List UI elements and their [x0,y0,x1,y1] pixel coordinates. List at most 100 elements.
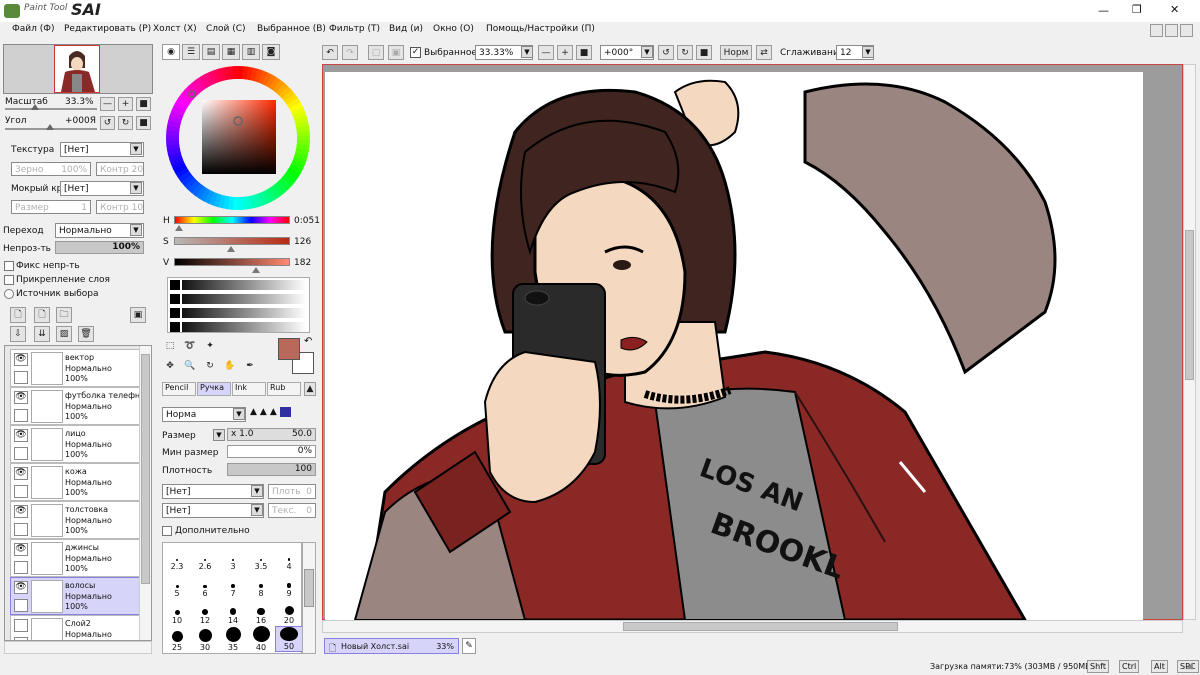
chevron-down-icon[interactable]: ▼ [251,485,263,497]
layer-row[interactable]: 👁 джинсы Нормально 100% [10,539,142,577]
brush-size-cell[interactable]: 10 [163,599,191,625]
minimize-button[interactable]: — [1098,4,1109,17]
invert-selection-button[interactable]: ▣ [388,45,404,60]
angle-slider-knob[interactable] [46,124,54,130]
chevron-down-icon[interactable]: ▼ [130,182,142,194]
tool-tab[interactable]: Ручка [197,382,231,396]
merge-down-button[interactable]: ⇊ [34,326,50,342]
resize-grip-icon[interactable]: ◢ [1186,661,1193,671]
brush-grid-scrollbar[interactable] [302,542,316,654]
size-slider[interactable]: x 1.0 50.0 [227,428,316,441]
brush-grid-scroll-thumb[interactable] [304,569,314,607]
advanced-checkbox[interactable] [162,526,172,536]
h-slider-knob[interactable] [174,225,183,231]
menu-item[interactable]: Слой (С) [206,24,246,34]
new-folder-button[interactable]: 🗀 [56,307,72,323]
canvas-hscroll-thumb[interactable] [623,622,898,631]
layer-row[interactable]: 👁 лицо Нормально 100% [10,425,142,463]
rotate-right-button[interactable]: ↻ [118,116,133,130]
rotate-tool-icon[interactable]: ↻ [202,358,218,374]
chevron-down-icon[interactable]: ▼ [130,224,142,236]
chevron-down-icon[interactable]: ▼ [251,504,263,516]
move-icon[interactable]: ✥ [162,358,178,374]
rotate-left-button[interactable]: ↺ [100,116,115,130]
brush-size-cell[interactable]: 14 [219,599,247,625]
s-slider-knob[interactable] [226,246,235,252]
zoom-tool-icon[interactable]: 🔍 [182,358,198,374]
mdi-close-button[interactable] [1180,24,1193,37]
tool-tab[interactable]: Rub [267,382,301,396]
restore-button[interactable]: ❐ [1132,3,1142,16]
mdi-restore-button[interactable] [1165,24,1178,37]
swap-colors-icon[interactable]: ↶ [304,336,312,347]
brush-size-cell[interactable]: 50 [275,626,303,652]
color-swatches-tab-icon[interactable]: ▥ [242,44,260,60]
color-history[interactable] [167,277,310,333]
brush-size-cell[interactable]: 5 [163,572,191,598]
tool-tab[interactable]: Pencil [162,382,196,396]
brush-size-cell[interactable]: 3 [219,545,247,571]
eye-icon[interactable] [14,619,28,632]
brush-size-cell[interactable]: 3.5 [247,545,275,571]
selection-checkbox[interactable]: ✓ [410,47,421,58]
density-slider[interactable]: 100 [227,463,316,476]
tool-tab[interactable]: Ink [232,382,266,396]
layer-row[interactable]: Слой2 Нормально [10,615,142,640]
eye-icon[interactable]: 👁 [14,467,28,480]
chevron-down-icon[interactable]: ▼ [641,46,653,58]
brush-size-grid[interactable]: 2.3 2.6 3 3.5 4 5 6 7 8 9 10 12 14 16 20 25 30 35 40 50 [162,542,303,654]
s-slider[interactable] [174,237,290,245]
delete-layer-button[interactable]: 🗑 [78,326,94,342]
layer-hscrollbar[interactable] [4,641,152,654]
h-slider[interactable] [174,216,290,224]
canvas-rotate-right-button[interactable]: ↻ [677,45,693,60]
scratchpad-tab-icon[interactable]: ◙ [262,44,280,60]
brush-size-cell[interactable]: 25 [163,626,191,652]
canvas-vscrollbar[interactable] [1183,64,1196,620]
rect-select-icon[interactable]: ⬚ [162,338,178,354]
tool-tabs-scroll[interactable]: ▲ [304,382,316,396]
deselect-button[interactable]: ▢ [368,45,384,60]
eye-icon[interactable]: 👁 [14,505,28,518]
chevron-down-icon[interactable]: ▼ [233,408,245,420]
chevron-down-icon[interactable]: ▼ [130,143,142,155]
layer-lock-checkbox[interactable] [14,409,28,422]
eyedropper-icon[interactable]: ✒ [242,358,258,374]
primary-color-swatch[interactable] [278,338,300,360]
document-tab-edit-button[interactable]: ✎ [462,638,476,654]
eye-icon[interactable]: 👁 [14,391,28,404]
chevron-down-icon[interactable]: ▼ [862,46,874,58]
hand-tool-icon[interactable]: ✋ [222,358,238,374]
brush-size-cell[interactable]: 6 [191,572,219,598]
brush-size-cell[interactable]: 16 [247,599,275,625]
layer-list-scrollbar[interactable] [139,346,151,640]
min-size-slider[interactable]: 0% [227,445,316,458]
new-vector-layer-button[interactable]: 🗋 [34,307,50,323]
v-slider[interactable] [174,258,290,266]
brush-texture2-select[interactable]: [Нет] [162,503,264,518]
menu-item[interactable]: Фильтр (Т) [329,24,380,34]
brush-size-cell[interactable]: 35 [219,626,247,652]
layer-lock-checkbox[interactable] [14,447,28,460]
brush-shape-icons[interactable]: ▲▲▲■ [250,407,316,422]
canvas-zoom-out-button[interactable]: — [538,45,554,60]
clear-layer-button[interactable]: ▨ [56,326,72,342]
color-rgb-tab-icon[interactable]: ☰ [182,44,200,60]
magic-wand-icon[interactable]: ✦ [202,338,218,354]
layer-scroll-thumb[interactable] [141,354,150,584]
new-layer-button[interactable]: 🗋 [10,307,26,323]
redo-button[interactable]: ↷ [342,45,358,60]
navigator-thumbnail[interactable] [54,45,100,93]
canvas-zoom-in-button[interactable]: + [557,45,573,60]
close-button[interactable]: ✕ [1170,3,1179,16]
brush-size-cell[interactable]: 8 [247,572,275,598]
menu-item[interactable]: Холст (Х) [153,24,197,34]
rotate-reset-button[interactable]: ■ [136,116,151,130]
fix-opacity-checkbox[interactable] [4,261,14,271]
eye-icon[interactable]: 👁 [14,543,28,556]
canvas-rotate-reset-button[interactable]: ■ [696,45,712,60]
layer-lock-checkbox[interactable] [14,599,28,612]
canvas[interactable]: LOS AN BROOKL [325,72,1143,620]
brush-size-cell[interactable]: 2.6 [191,545,219,571]
layer-row[interactable]: 👁 толстовка Нормально 100% [10,501,142,539]
